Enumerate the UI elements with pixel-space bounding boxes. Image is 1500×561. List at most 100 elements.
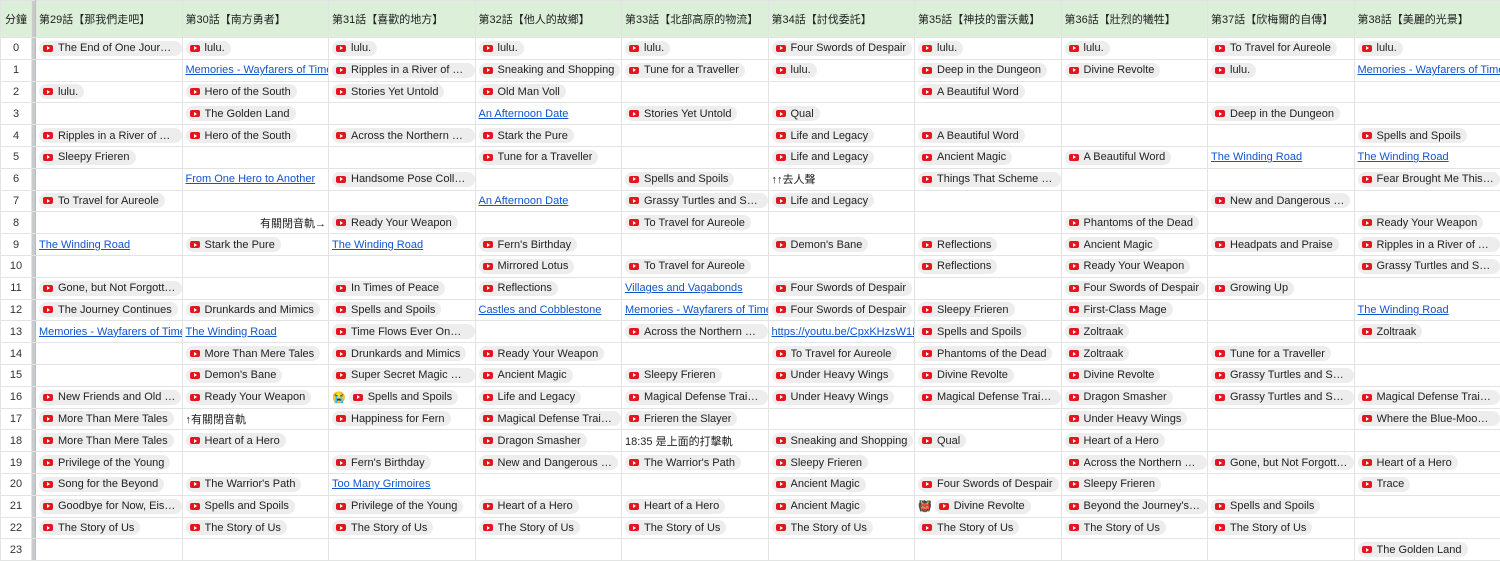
track-cell[interactable] bbox=[181, 538, 329, 561]
track-cell[interactable]: Tune for a Traveller bbox=[474, 145, 622, 169]
track-cell[interactable]: First-Class Mage bbox=[1060, 298, 1208, 322]
track-cell[interactable]: New and Dangerous … bbox=[1207, 189, 1355, 213]
youtube-smart-chip[interactable]: Reflections bbox=[478, 280, 558, 296]
track-cell[interactable]: https://youtu.be/CpxKHzsW1N bbox=[767, 320, 915, 344]
track-cell[interactable]: Castles and Cobblestone bbox=[474, 298, 622, 322]
youtube-smart-chip[interactable]: Sleepy Frieren bbox=[771, 455, 869, 471]
youtube-smart-chip[interactable]: Tune for a Traveller bbox=[625, 62, 745, 78]
track-cell[interactable] bbox=[474, 211, 622, 235]
track-cell[interactable] bbox=[621, 342, 769, 365]
track-cell[interactable]: Life and Legacy bbox=[474, 385, 622, 409]
youtube-smart-chip[interactable]: Fern's Birthday bbox=[478, 237, 578, 253]
youtube-smart-chip[interactable]: To Travel for Aureole bbox=[1211, 40, 1337, 56]
track-cell[interactable]: Ripples in a River of Ti… bbox=[1353, 233, 1500, 256]
youtube-smart-chip[interactable]: Four Swords of Despair bbox=[771, 302, 913, 318]
track-cell[interactable]: Beyond the Journey's … bbox=[1060, 494, 1208, 518]
track-cell[interactable]: Memories - Wayfarers of Time bbox=[181, 58, 329, 82]
youtube-smart-chip[interactable]: Ancient Magic bbox=[918, 149, 1013, 165]
youtube-smart-chip[interactable]: The Golden Land bbox=[1357, 542, 1468, 558]
track-cell[interactable]: The Story of Us bbox=[474, 516, 622, 540]
track-cell[interactable]: The Story of Us bbox=[328, 516, 476, 540]
track-cell[interactable]: The Golden Land bbox=[1353, 538, 1500, 561]
track-cell[interactable]: Reflections bbox=[914, 233, 1062, 256]
track-cell[interactable]: Sleepy Frieren bbox=[621, 363, 769, 387]
minute-cell[interactable]: 6 bbox=[0, 167, 32, 191]
track-cell[interactable] bbox=[35, 58, 183, 82]
youtube-smart-chip[interactable]: Spells and Spoils bbox=[332, 302, 442, 318]
hyperlink[interactable]: The Winding Road bbox=[332, 239, 423, 251]
track-cell[interactable]: Spells and Spoils bbox=[621, 167, 769, 191]
track-cell[interactable] bbox=[914, 451, 1062, 474]
track-cell[interactable] bbox=[328, 145, 476, 169]
youtube-smart-chip[interactable]: lulu. bbox=[478, 40, 524, 56]
track-cell[interactable]: Deep in the Dungeon bbox=[914, 58, 1062, 82]
youtube-smart-chip[interactable]: To Travel for Aureole bbox=[625, 215, 751, 231]
track-cell[interactable] bbox=[914, 538, 1062, 561]
track-cell[interactable]: Heart of a Hero bbox=[1060, 429, 1208, 453]
track-cell[interactable]: Phantoms of the Dead bbox=[1060, 211, 1208, 235]
track-cell[interactable]: Ready Your Weapon bbox=[328, 211, 476, 235]
track-cell[interactable]: To Travel for Aureole bbox=[621, 211, 769, 235]
youtube-smart-chip[interactable]: Things That Scheme i… bbox=[918, 171, 1061, 187]
youtube-smart-chip[interactable]: Magical Defense Train… bbox=[918, 389, 1061, 405]
youtube-smart-chip[interactable]: lulu. bbox=[1211, 62, 1257, 78]
youtube-smart-chip[interactable]: Reflections bbox=[918, 258, 998, 274]
track-cell[interactable]: Fern's Birthday bbox=[328, 451, 476, 474]
hyperlink[interactable]: The Winding Road bbox=[1211, 151, 1302, 163]
youtube-smart-chip[interactable]: Tune for a Traveller bbox=[1211, 346, 1331, 362]
minute-cell[interactable]: 23 bbox=[0, 538, 32, 561]
youtube-smart-chip[interactable]: Across the Northern L… bbox=[1064, 455, 1207, 471]
youtube-smart-chip[interactable]: The Warrior's Path bbox=[625, 455, 741, 471]
minute-cell[interactable]: 5 bbox=[0, 145, 32, 169]
episode-header[interactable]: 第36話【壯烈的犧牲】 bbox=[1060, 0, 1208, 38]
hyperlink[interactable]: Castles and Cobblestone bbox=[479, 304, 602, 316]
track-cell[interactable]: Zoltraak bbox=[1060, 342, 1208, 365]
track-cell[interactable]: Sneaking and Shopping bbox=[767, 429, 915, 453]
track-cell[interactable]: Life and Legacy bbox=[767, 145, 915, 169]
youtube-smart-chip[interactable]: Magical Defense Train… bbox=[1357, 389, 1500, 405]
youtube-smart-chip[interactable]: Grassy Turtles and Se… bbox=[1211, 389, 1354, 405]
track-cell[interactable]: Where the Blue-Moon … bbox=[1353, 407, 1500, 431]
youtube-smart-chip[interactable]: Spells and Spoils bbox=[348, 389, 459, 405]
youtube-smart-chip[interactable]: Fern's Birthday bbox=[332, 455, 431, 471]
youtube-smart-chip[interactable]: Handsome Pose Colle… bbox=[332, 171, 475, 187]
track-cell[interactable] bbox=[1353, 102, 1500, 126]
track-cell[interactable]: Memories - Wayfarers of Time bbox=[1353, 58, 1500, 82]
track-cell[interactable]: Magical Defense Train… bbox=[474, 407, 622, 431]
track-cell[interactable] bbox=[328, 102, 476, 126]
youtube-smart-chip[interactable]: Phantoms of the Dead bbox=[918, 346, 1053, 362]
minute-cell[interactable]: 12 bbox=[0, 298, 32, 322]
track-cell[interactable] bbox=[767, 538, 915, 561]
minute-cell[interactable]: 4 bbox=[0, 124, 32, 147]
youtube-smart-chip[interactable]: Ancient Magic bbox=[771, 476, 866, 492]
track-cell[interactable]: Dragon Smasher bbox=[1060, 385, 1208, 409]
youtube-smart-chip[interactable]: Four Swords of Despair bbox=[1064, 280, 1206, 296]
youtube-smart-chip[interactable]: Stories Yet Untold bbox=[332, 84, 445, 100]
track-cell[interactable]: Heart of a Hero bbox=[181, 429, 329, 453]
track-cell[interactable]: Ready Your Weapon bbox=[1353, 211, 1500, 235]
track-cell[interactable]: The Warrior's Path bbox=[621, 451, 769, 474]
minute-cell[interactable]: 2 bbox=[0, 80, 32, 104]
track-cell[interactable]: Ready Your Weapon bbox=[474, 342, 622, 365]
track-cell[interactable]: Trace bbox=[1353, 472, 1500, 496]
youtube-smart-chip[interactable]: The Story of Us bbox=[625, 520, 727, 536]
youtube-smart-chip[interactable]: Deep in the Dungeon bbox=[1211, 106, 1340, 122]
track-cell[interactable] bbox=[767, 80, 915, 104]
track-cell[interactable]: Stories Yet Untold bbox=[621, 102, 769, 126]
youtube-smart-chip[interactable]: Magical Defense Train… bbox=[478, 411, 621, 427]
track-cell[interactable] bbox=[474, 472, 622, 496]
hyperlink[interactable]: Memories - Wayfarers of Time bbox=[625, 304, 767, 316]
track-cell[interactable]: Divine Revolte bbox=[1060, 363, 1208, 387]
youtube-smart-chip[interactable]: Goodbye for Now, Eisen bbox=[39, 498, 182, 514]
track-cell[interactable] bbox=[181, 451, 329, 474]
track-cell[interactable] bbox=[1353, 429, 1500, 453]
track-cell[interactable] bbox=[621, 472, 769, 496]
track-cell[interactable]: 有關閉音軌→ bbox=[181, 211, 329, 235]
track-cell[interactable]: The End of One Journey bbox=[35, 37, 183, 60]
track-cell[interactable]: Heart of a Hero bbox=[474, 494, 622, 518]
track-cell[interactable]: Hero of the South bbox=[181, 124, 329, 147]
youtube-smart-chip[interactable]: Grassy Turtles and Se… bbox=[1211, 367, 1354, 383]
track-cell[interactable]: Divine Revolte bbox=[1060, 58, 1208, 82]
youtube-smart-chip[interactable]: Time Flows Ever Onw… bbox=[332, 324, 475, 340]
minute-cell[interactable]: 16 bbox=[0, 385, 32, 409]
